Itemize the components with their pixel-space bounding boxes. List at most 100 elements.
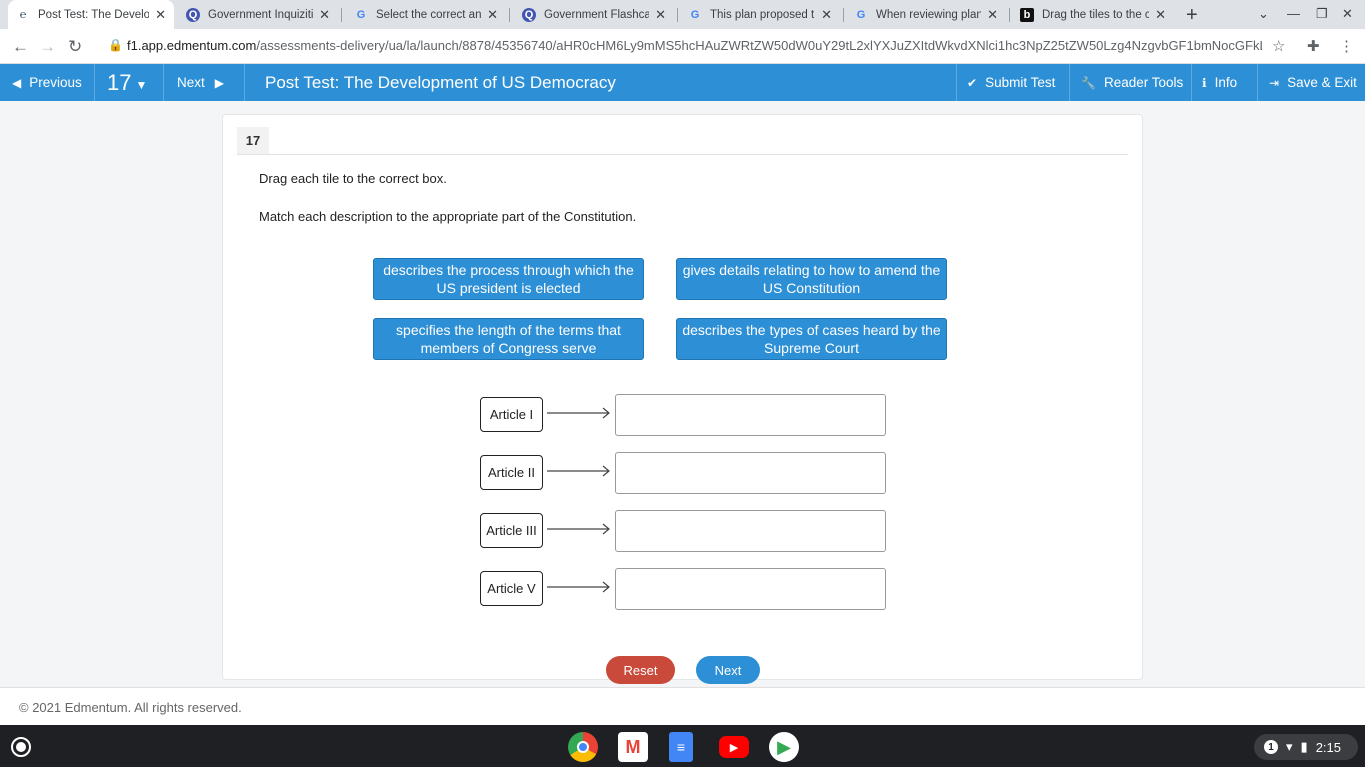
chevron-down-icon: ▼ bbox=[135, 77, 148, 92]
extensions-icon[interactable]: ✚ bbox=[1307, 37, 1320, 55]
reload-icon[interactable]: ↻ bbox=[68, 37, 82, 57]
battery-icon: ▮ bbox=[1300, 739, 1308, 754]
browser-tab[interactable]: Q Government Flashcards ✕ bbox=[514, 0, 674, 29]
edmentum-icon: ℮ bbox=[19, 8, 27, 21]
drag-tile[interactable]: specifies the length of the terms that m… bbox=[373, 318, 644, 360]
info-label: Info bbox=[1214, 75, 1238, 90]
close-tab-icon[interactable]: ✕ bbox=[655, 7, 666, 23]
quizlet-icon: Q bbox=[186, 7, 200, 22]
assessment-header: ◀ Previous 17 ▼ Next ▶ Post Test: The De… bbox=[0, 64, 1365, 101]
sign-out-icon: ⇥ bbox=[1269, 75, 1280, 90]
close-tab-icon[interactable]: ✕ bbox=[319, 7, 330, 23]
close-tab-icon[interactable]: ✕ bbox=[155, 7, 166, 23]
reader-tools-label: Reader Tools bbox=[1103, 75, 1184, 90]
footer: © 2021 Edmentum. All rights reserved. bbox=[0, 687, 1365, 725]
tab-title: Drag the tiles to the co bbox=[1042, 8, 1150, 21]
notification-count: 1 bbox=[1264, 740, 1278, 754]
tab-search-icon[interactable]: ⌄ bbox=[1258, 6, 1269, 22]
browser-tab-strip: ℮ Post Test: The Develop ✕ Q Government … bbox=[0, 0, 1365, 29]
divider bbox=[237, 154, 1128, 155]
new-tab-icon[interactable]: + bbox=[1186, 4, 1198, 27]
back-icon[interactable]: ← bbox=[12, 37, 29, 57]
tab-title: Government Inquizitive bbox=[208, 8, 314, 21]
previous-button[interactable]: ◀ Previous bbox=[12, 64, 82, 101]
tab-title: This plan proposed the bbox=[710, 8, 815, 21]
browser-tab[interactable]: G This plan proposed the ✕ bbox=[680, 0, 840, 29]
drag-tile[interactable]: describes the types of cases heard by th… bbox=[676, 318, 947, 360]
tab-title: When reviewing plans bbox=[876, 8, 982, 21]
drop-box[interactable] bbox=[615, 452, 886, 494]
close-tab-icon[interactable]: ✕ bbox=[487, 7, 498, 23]
question-number-label: 17 bbox=[237, 127, 269, 154]
close-tab-icon[interactable]: ✕ bbox=[821, 7, 832, 23]
brainly-icon: b bbox=[1020, 7, 1034, 22]
url-host: f1.app.edmentum.com bbox=[127, 38, 257, 53]
clock: 2:15 bbox=[1315, 739, 1341, 755]
gmail-icon[interactable]: M bbox=[618, 732, 648, 762]
arrow-right-icon bbox=[547, 465, 610, 477]
next-header-button[interactable]: Next ▶ bbox=[177, 64, 224, 101]
copyright-text: © 2021 Edmentum. All rights reserved. bbox=[19, 700, 242, 715]
minimize-icon[interactable]: — bbox=[1287, 6, 1300, 21]
drop-box[interactable] bbox=[615, 510, 886, 552]
status-tray[interactable]: 1 ▾ ▮ 2:15 bbox=[1254, 734, 1358, 760]
question-number: 17 bbox=[107, 69, 132, 95]
wifi-icon: ▾ bbox=[1286, 739, 1293, 754]
submit-test-button[interactable]: ✔ Submit Test bbox=[967, 64, 1055, 101]
url-path: /assessments-delivery/ua/la/launch/8878/… bbox=[256, 38, 1262, 53]
close-window-icon[interactable]: ✕ bbox=[1342, 6, 1353, 22]
tab-title: Post Test: The Develop bbox=[38, 8, 150, 21]
article-label: Article II bbox=[480, 455, 543, 490]
drag-tile[interactable]: gives details relating to how to amend t… bbox=[676, 258, 947, 300]
arrow-right-circle-icon: ▶ bbox=[214, 75, 224, 90]
play-store-icon[interactable]: ▶ bbox=[769, 732, 799, 762]
tab-title: Select the correct answ bbox=[376, 8, 482, 21]
save-exit-button[interactable]: ⇥ Save & Exit bbox=[1269, 64, 1357, 101]
browser-tab[interactable]: Q Government Inquizitive ✕ bbox=[178, 0, 338, 29]
arrow-left-circle-icon: ◀ bbox=[12, 75, 22, 90]
chrome-icon[interactable] bbox=[568, 732, 598, 762]
docs-icon[interactable]: ≡ bbox=[669, 732, 693, 762]
browser-toolbar: ← → ↻ 🔒 f1.app.edmentum.com/assessments-… bbox=[0, 29, 1365, 64]
check-circle-icon: ✔ bbox=[967, 75, 978, 90]
question-selector[interactable]: 17 ▼ bbox=[107, 64, 147, 101]
info-button[interactable]: ℹ Info bbox=[1202, 64, 1237, 101]
google-icon: G bbox=[690, 8, 700, 21]
lock-icon: 🔒 bbox=[108, 38, 123, 52]
browser-tab-active[interactable]: ℮ Post Test: The Develop ✕ bbox=[8, 0, 174, 29]
article-label: Article III bbox=[480, 513, 543, 548]
next-button[interactable]: Next bbox=[696, 656, 760, 684]
drop-box[interactable] bbox=[615, 568, 886, 610]
bookmark-star-icon[interactable]: ☆ bbox=[1272, 37, 1285, 55]
address-bar[interactable]: f1.app.edmentum.com/assessments-delivery… bbox=[127, 38, 1262, 53]
next-label: Next bbox=[177, 75, 205, 90]
browser-tab[interactable]: G Select the correct answ ✕ bbox=[346, 0, 506, 29]
arrow-right-icon bbox=[547, 581, 610, 593]
info-icon: ℹ bbox=[1202, 75, 1207, 90]
instruction-match: Match each description to the appropriat… bbox=[259, 209, 637, 224]
menu-icon[interactable]: ⋮ bbox=[1339, 37, 1354, 55]
reset-button[interactable]: Reset bbox=[606, 656, 675, 684]
previous-label: Previous bbox=[29, 75, 82, 90]
browser-tab[interactable]: G When reviewing plans ✕ bbox=[846, 0, 1006, 29]
wrench-icon: 🔧 bbox=[1081, 75, 1096, 90]
forward-icon[interactable]: → bbox=[39, 37, 56, 57]
tab-title: Government Flashcards bbox=[544, 8, 650, 21]
instruction-drag: Drag each tile to the correct box. bbox=[259, 171, 447, 186]
close-tab-icon[interactable]: ✕ bbox=[987, 7, 998, 23]
reader-tools-button[interactable]: 🔧 Reader Tools bbox=[1081, 64, 1183, 101]
youtube-icon[interactable]: ▶ bbox=[719, 736, 749, 758]
drag-tile[interactable]: describes the process through which the … bbox=[373, 258, 644, 300]
quizlet-icon: Q bbox=[522, 7, 536, 22]
submit-label: Submit Test bbox=[985, 75, 1056, 90]
launcher-icon[interactable] bbox=[11, 737, 31, 757]
restore-icon[interactable]: ❐ bbox=[1316, 6, 1328, 22]
article-label: Article V bbox=[480, 571, 543, 606]
assessment-title: Post Test: The Development of US Democra… bbox=[265, 72, 616, 92]
browser-tab[interactable]: b Drag the tiles to the co ✕ bbox=[1012, 0, 1174, 29]
drop-box[interactable] bbox=[615, 394, 886, 436]
arrow-right-icon bbox=[547, 407, 610, 419]
save-exit-label: Save & Exit bbox=[1287, 75, 1357, 90]
close-tab-icon[interactable]: ✕ bbox=[1155, 7, 1166, 23]
article-label: Article I bbox=[480, 397, 543, 432]
